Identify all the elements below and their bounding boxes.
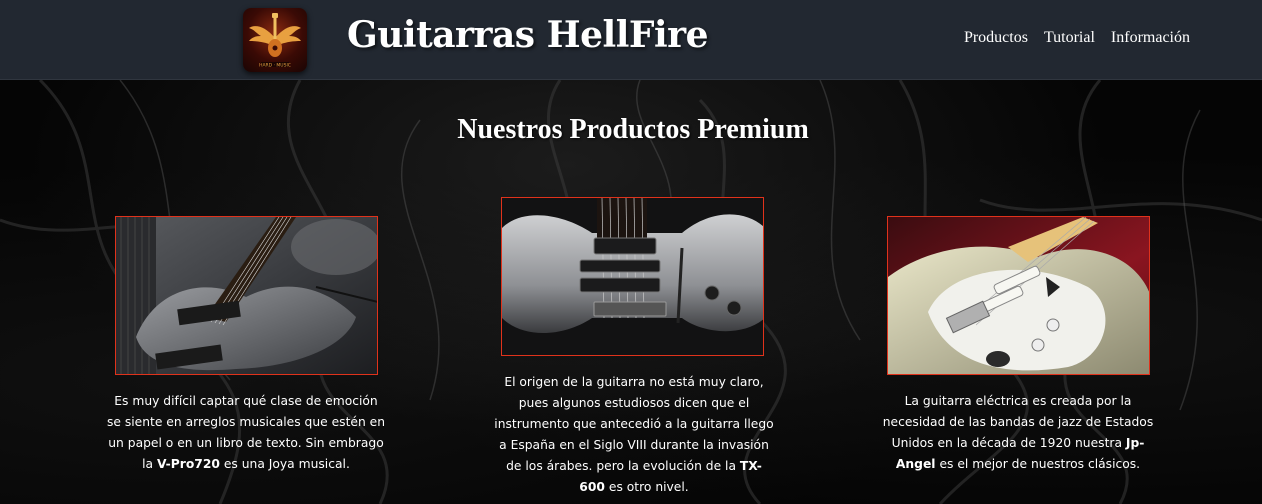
svg-text:HARD · MUSIC: HARD · MUSIC bbox=[259, 62, 291, 68]
main-nav: Productos Tutorial Información bbox=[964, 29, 1190, 47]
top-navbar: HARD · MUSIC Guitarras HellFire Producto… bbox=[0, 0, 1262, 80]
section-title: Nuestros Productos Premium bbox=[457, 114, 809, 145]
product-image-vpro720[interactable] bbox=[115, 216, 378, 375]
product-image-jpangel[interactable] bbox=[887, 216, 1150, 375]
nav-link-productos[interactable]: Productos bbox=[964, 29, 1028, 47]
product-image-tx600[interactable] bbox=[501, 197, 764, 356]
nav-link-informacion[interactable]: Información bbox=[1111, 29, 1190, 47]
product-description-tx600: El origen de la guitarra no está muy cla… bbox=[494, 375, 774, 494]
product-description-vpro720: Es muy difícil captar qué clase de emoci… bbox=[106, 394, 386, 471]
product-name-vpro720: V-Pro720 bbox=[157, 457, 220, 471]
winged-guitar-logo-icon[interactable]: HARD · MUSIC bbox=[243, 8, 307, 72]
brand-title[interactable]: Guitarras HellFire bbox=[347, 14, 708, 56]
product-description-jpangel: La guitarra eléctrica es creada por la n… bbox=[882, 394, 1154, 471]
nav-link-tutorial[interactable]: Tutorial bbox=[1044, 29, 1095, 47]
